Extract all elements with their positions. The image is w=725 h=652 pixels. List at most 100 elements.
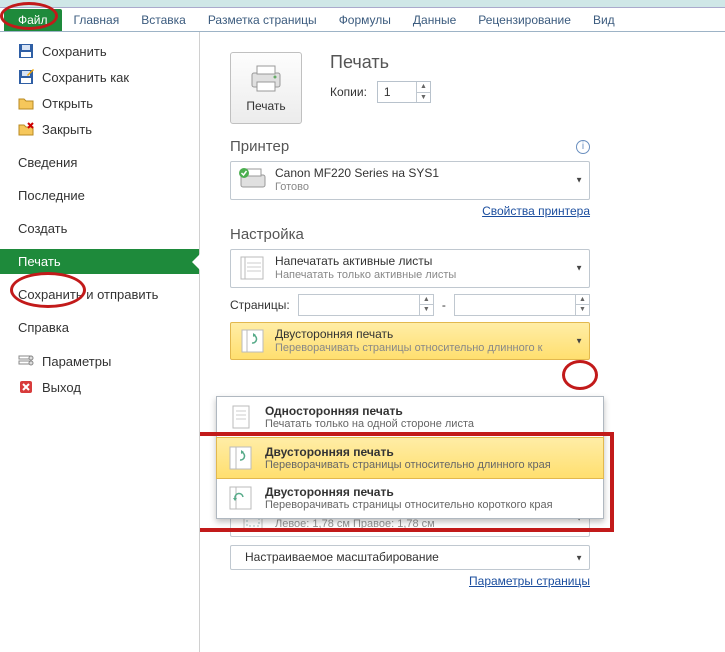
sidebar-item-label: Последние bbox=[18, 188, 85, 203]
sidebar-item-label: Сохранить как bbox=[42, 70, 129, 85]
pages-separator: - bbox=[442, 298, 446, 312]
copies-spinner[interactable]: ▲▼ bbox=[416, 82, 430, 102]
up-arrow-icon[interactable]: ▲ bbox=[575, 295, 589, 306]
chevron-down-icon: ▼ bbox=[575, 553, 583, 562]
tab-data[interactable]: Данные bbox=[403, 10, 466, 30]
up-arrow-icon[interactable]: ▲ bbox=[416, 82, 430, 93]
option-subtitle: Переворачивать страницы относительно дли… bbox=[265, 459, 551, 471]
close-icon bbox=[18, 121, 34, 137]
title-bar bbox=[0, 0, 725, 8]
chevron-down-icon: ▼ bbox=[575, 336, 583, 345]
sidebar-item-share[interactable]: Сохранить и отправить bbox=[0, 282, 199, 307]
copies-input[interactable]: 1 ▲▼ bbox=[377, 81, 431, 103]
option-title: Двусторонняя печать bbox=[265, 485, 553, 499]
page-setup-link[interactable]: Параметры страницы bbox=[469, 574, 590, 588]
sidebar-item-label: Закрыть bbox=[42, 122, 92, 137]
printer-name: Canon MF220 Series на SYS1 bbox=[275, 166, 569, 181]
sidebar-item-close[interactable]: Закрыть bbox=[0, 116, 199, 142]
duplex-option-long-edge[interactable]: Двусторонняя печать Переворачивать стран… bbox=[216, 437, 604, 479]
pages-to-spinner[interactable]: ▲▼ bbox=[575, 295, 589, 315]
sidebar-item-open[interactable]: Открыть bbox=[0, 90, 199, 116]
tab-review[interactable]: Рецензирование bbox=[468, 10, 581, 30]
sidebar-item-recent[interactable]: Последние bbox=[0, 183, 199, 208]
open-icon bbox=[18, 95, 34, 111]
options-icon bbox=[18, 353, 34, 369]
duplex-title: Двусторонняя печать bbox=[275, 327, 569, 342]
option-title: Односторонняя печать bbox=[265, 404, 474, 418]
sidebar-item-save-as[interactable]: Сохранить как bbox=[0, 64, 199, 90]
chevron-down-icon: ▼ bbox=[575, 176, 583, 185]
sidebar-item-label: Сведения bbox=[18, 155, 77, 170]
sidebar-item-save[interactable]: Сохранить bbox=[0, 38, 199, 64]
tab-insert[interactable]: Вставка bbox=[131, 10, 196, 30]
scaling-title: Настраиваемое масштабирование bbox=[245, 550, 569, 565]
printer-status: Готово bbox=[275, 181, 569, 195]
duplex-short-icon bbox=[227, 484, 255, 512]
duplex-long-icon bbox=[227, 444, 255, 472]
margins-subtitle: Левое: 1,78 см Правое: 1,78 см bbox=[275, 518, 569, 532]
sidebar-item-print[interactable]: Печать bbox=[0, 249, 199, 274]
duplex-subtitle: Переворачивать страницы относительно дли… bbox=[275, 342, 569, 356]
pages-to-input[interactable]: ▲▼ bbox=[454, 294, 590, 316]
up-arrow-icon[interactable]: ▲ bbox=[419, 295, 433, 306]
sidebar-item-label: Справка bbox=[18, 320, 69, 335]
duplex-dropdown[interactable]: Двусторонняя печать Переворачивать стран… bbox=[230, 322, 590, 361]
sidebar-item-label: Выход bbox=[42, 380, 81, 395]
sidebar-item-new[interactable]: Создать bbox=[0, 216, 199, 241]
settings-heading: Настройка bbox=[230, 226, 695, 243]
simplex-icon bbox=[227, 403, 255, 431]
sheets-subtitle: Напечатать только активные листы bbox=[275, 269, 569, 283]
copies-label: Копии: bbox=[330, 85, 367, 99]
sidebar-item-help[interactable]: Справка bbox=[0, 315, 199, 340]
scaling-dropdown[interactable]: Настраиваемое масштабирование ▼ bbox=[230, 545, 590, 570]
save-icon bbox=[18, 43, 34, 59]
duplex-dropdown-panel: Односторонняя печать Печатать только на … bbox=[216, 396, 604, 519]
option-subtitle: Переворачивать страницы относительно кор… bbox=[265, 499, 553, 511]
sidebar-item-label: Открыть bbox=[42, 96, 93, 111]
sidebar-item-label: Параметры bbox=[42, 354, 111, 369]
sheets-dropdown[interactable]: Напечатать активные листы Напечатать тол… bbox=[230, 249, 590, 288]
exit-icon bbox=[18, 379, 34, 395]
save-as-icon bbox=[18, 69, 34, 85]
pages-from-input[interactable]: ▲▼ bbox=[298, 294, 434, 316]
tab-view[interactable]: Вид bbox=[583, 10, 625, 30]
sidebar-item-info[interactable]: Сведения bbox=[0, 150, 199, 175]
pages-label: Страницы: bbox=[230, 298, 290, 312]
print-button[interactable]: Печать bbox=[230, 52, 302, 124]
tab-page-layout[interactable]: Разметка страницы bbox=[198, 10, 327, 30]
down-arrow-icon[interactable]: ▼ bbox=[416, 93, 430, 103]
backstage: Сохранить Сохранить как Открыть Закрыть … bbox=[0, 32, 725, 652]
print-button-label: Печать bbox=[246, 99, 285, 113]
tab-formulas[interactable]: Формулы bbox=[329, 10, 401, 30]
tab-file[interactable]: Файл bbox=[4, 9, 62, 31]
down-arrow-icon[interactable]: ▼ bbox=[575, 305, 589, 315]
printer-dropdown[interactable]: Canon MF220 Series на SYS1 Готово ▼ bbox=[230, 161, 590, 200]
printer-heading: Принтер bbox=[230, 138, 289, 155]
sheets-title: Напечатать активные листы bbox=[275, 254, 569, 269]
sidebar-item-label: Создать bbox=[18, 221, 67, 236]
sidebar-item-options[interactable]: Параметры bbox=[0, 348, 199, 374]
sidebar-item-label: Сохранить bbox=[42, 44, 107, 59]
print-panel: Печать Печать Копии: 1 ▲▼ Принтер i bbox=[200, 32, 725, 652]
backstage-sidebar: Сохранить Сохранить как Открыть Закрыть … bbox=[0, 32, 200, 652]
option-title: Двусторонняя печать bbox=[265, 445, 551, 459]
sheets-icon bbox=[237, 254, 269, 282]
duplex-option-short-edge[interactable]: Двусторонняя печать Переворачивать стран… bbox=[217, 478, 603, 518]
printer-properties-link[interactable]: Свойства принтера bbox=[482, 204, 590, 218]
down-arrow-icon[interactable]: ▼ bbox=[419, 305, 433, 315]
printer-status-icon bbox=[237, 166, 269, 194]
duplex-option-simplex[interactable]: Односторонняя печать Печатать только на … bbox=[217, 397, 603, 438]
tab-home[interactable]: Главная bbox=[64, 10, 130, 30]
info-icon[interactable]: i bbox=[576, 140, 590, 154]
sidebar-item-label: Сохранить и отправить bbox=[18, 287, 158, 302]
pages-from-spinner[interactable]: ▲▼ bbox=[419, 295, 433, 315]
printer-icon bbox=[248, 63, 284, 93]
ribbon-tabs: Файл Главная Вставка Разметка страницы Ф… bbox=[0, 8, 725, 32]
copies-value: 1 bbox=[384, 85, 391, 99]
duplex-icon bbox=[237, 327, 269, 355]
sidebar-item-exit[interactable]: Выход bbox=[0, 374, 199, 400]
option-subtitle: Печатать только на одной стороне листа bbox=[265, 418, 474, 430]
chevron-down-icon: ▼ bbox=[575, 264, 583, 273]
sidebar-item-label: Печать bbox=[18, 254, 61, 269]
print-title: Печать bbox=[330, 52, 431, 73]
